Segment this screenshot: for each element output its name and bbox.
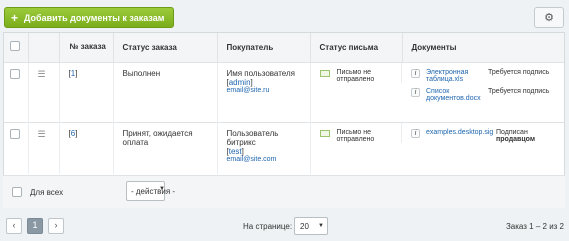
next-page-button[interactable]: › — [48, 218, 64, 234]
buyer-name: Пользователь битрикс — [226, 128, 279, 147]
mail-status: Письмо не отправлено — [336, 128, 375, 143]
table-row: ☰ [1] Выполнен Имя пользователя [admin] … — [4, 62, 564, 122]
buyer-name: Имя пользователя — [226, 68, 295, 78]
buyer-login-link[interactable]: test — [229, 147, 242, 156]
dropdown-arrow-icon: ▼ — [318, 223, 324, 229]
header-buyer[interactable]: Покупатель — [217, 33, 311, 63]
gear-icon: ⚙ — [544, 12, 554, 24]
select-all-checkbox[interactable] — [10, 41, 20, 52]
plus-icon: + — [11, 10, 19, 25]
document-item: i Электронная таблица.xls Требуется подп… — [411, 68, 564, 83]
apply-for-all-checkbox[interactable] — [12, 187, 22, 197]
header-order-number[interactable]: № заказа — [59, 33, 114, 63]
envelope-icon — [319, 129, 330, 137]
drag-handle-icon[interactable]: ☰ — [38, 129, 46, 139]
drag-handle-icon[interactable]: ☰ — [38, 69, 46, 79]
info-icon[interactable]: i — [411, 68, 420, 78]
header-order-status[interactable]: Статус заказа — [113, 33, 218, 63]
pagination: ‹ 1 › На странице: 20 ▼ Заказ 1 – 2 из 2 — [0, 213, 569, 241]
document-item: i examples.desktop.sig Подписан продавцо… — [411, 128, 564, 143]
per-page-select[interactable]: 20 ▼ — [294, 217, 328, 235]
document-link[interactable]: Электронная таблица.xls — [426, 69, 484, 83]
chevron-right-icon: › — [54, 220, 58, 230]
settings-button[interactable]: ⚙ — [534, 7, 564, 28]
document-state: Требуется подпись — [488, 87, 550, 95]
group-actions-bar: Для всех - действия - ▼ — [3, 175, 565, 208]
document-state-signer: продавцом — [496, 135, 535, 143]
per-page-value: 20 — [300, 222, 309, 231]
table-row: ☰ [6] Принят, ожидается оплата Пользоват… — [4, 122, 564, 174]
add-documents-label: Добавить документы к заказам — [24, 12, 165, 23]
document-link[interactable]: examples.desktop.sig — [426, 129, 493, 136]
envelope-icon — [319, 69, 330, 77]
header-documents[interactable]: Документы — [402, 33, 564, 63]
orders-table: № заказа Статус заказа Покупатель Статус… — [4, 33, 564, 174]
dropdown-arrow-icon: ▼ — [159, 186, 165, 192]
drag-header — [28, 33, 60, 63]
prev-page-button[interactable]: ‹ — [6, 218, 22, 234]
chevron-left-icon: ‹ — [12, 220, 16, 230]
document-state: Требуется подпись — [488, 68, 550, 76]
order-status: Принят, ожидается оплата — [113, 122, 218, 174]
document-link[interactable]: Список документов.docx — [426, 88, 484, 102]
page-1-button[interactable]: 1 — [27, 218, 43, 234]
action-select[interactable]: - действия - ▼ — [126, 181, 175, 201]
per-page-label: На странице: — [243, 222, 293, 231]
total-count: Заказ 1 – 2 из 2 — [505, 222, 564, 231]
add-documents-button[interactable]: + Добавить документы к заказам — [4, 7, 174, 28]
document-item: i Список документов.docx Требуется подпи… — [411, 87, 564, 102]
buyer-login-link[interactable]: admin — [229, 78, 251, 87]
document-state: Подписан — [496, 128, 528, 136]
apply-for-all-label: Для всех — [30, 187, 64, 197]
select-all-cell — [4, 33, 29, 63]
row-checkbox[interactable] — [10, 128, 20, 139]
row-checkbox[interactable] — [10, 68, 20, 79]
table-header-row: № заказа Статус заказа Покупатель Статус… — [4, 33, 564, 63]
buyer-email-link[interactable]: email@site.ru — [227, 87, 310, 94]
mail-status: Письмо не отправлено — [336, 68, 375, 83]
header-mail-status[interactable]: Статус письма — [310, 33, 403, 63]
info-icon[interactable]: i — [411, 128, 420, 138]
action-select-value: - действия - — [131, 187, 176, 196]
order-status: Выполнен — [113, 62, 218, 122]
info-icon[interactable]: i — [411, 87, 420, 97]
buyer-email-link[interactable]: email@site.com — [227, 156, 310, 163]
toolbar: + Добавить документы к заказам ⚙ — [0, 0, 569, 33]
